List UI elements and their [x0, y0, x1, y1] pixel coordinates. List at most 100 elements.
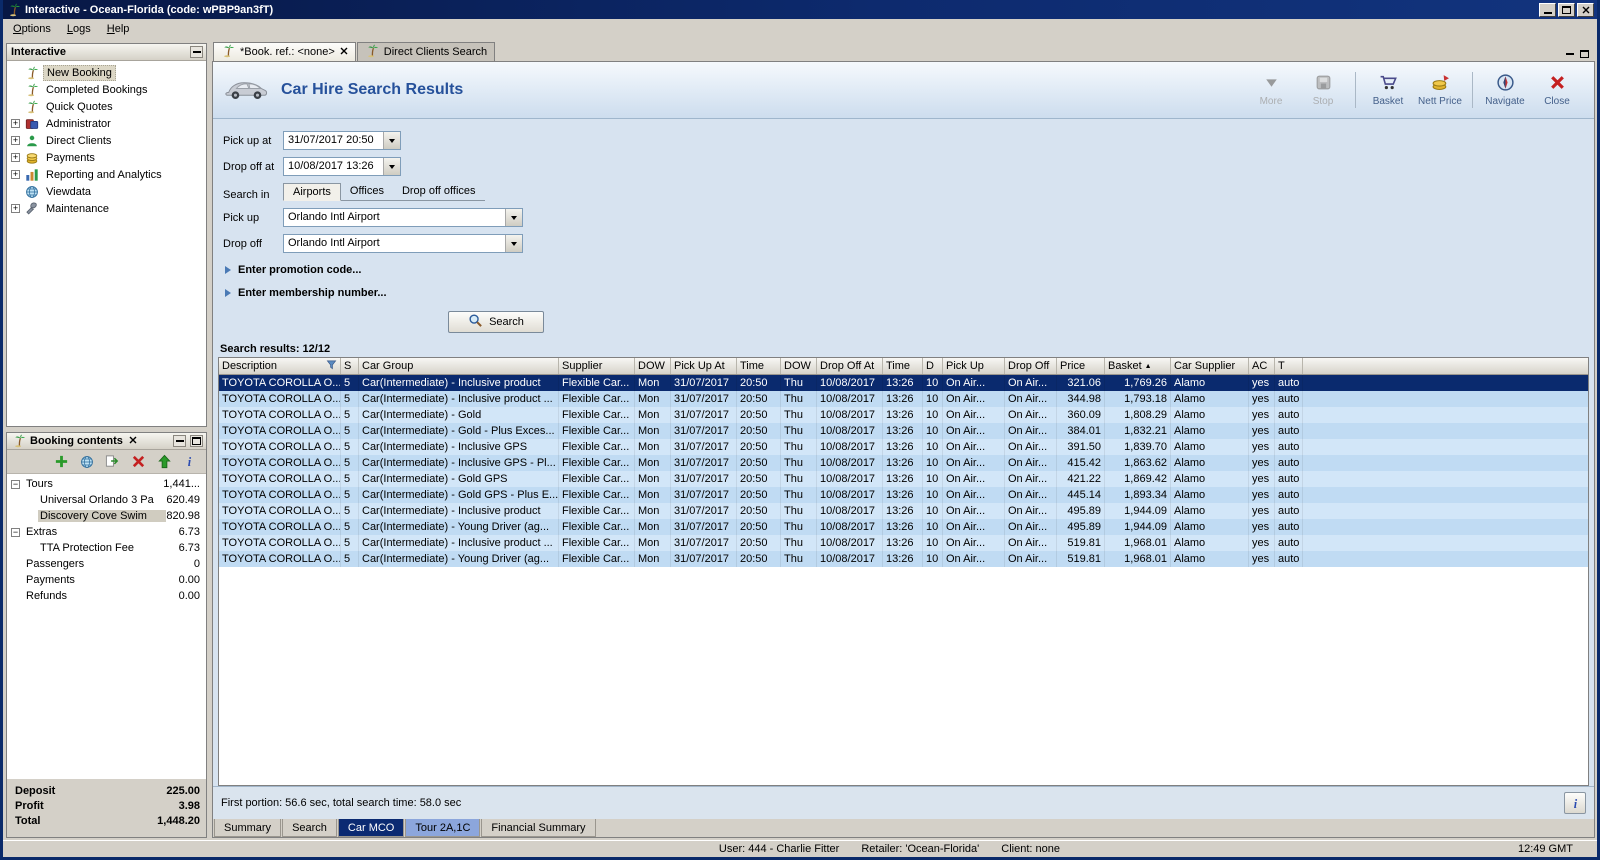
result-row[interactable]: TOYOTA COROLLA O... 5 Car(Intermediate) - …	[219, 439, 1588, 455]
dropdown-arrow-icon[interactable]	[505, 235, 522, 252]
document-tab-direct-clients-search[interactable]: Direct Clients Search	[356, 42, 496, 61]
result-row[interactable]: TOYOTA COROLLA O... 5 Car(Intermediate) - …	[219, 503, 1588, 519]
search-in-tab-airports[interactable]: Airports	[283, 183, 341, 201]
navigate-button[interactable]: Navigate	[1480, 73, 1530, 107]
booking-tree-item-universal-orlando-3-pa[interactable]: Universal Orlando 3 Pa 620.49	[7, 492, 206, 508]
expand-icon[interactable]: +	[11, 204, 20, 213]
collapse-icon[interactable]: −	[11, 479, 20, 489]
result-row[interactable]: TOYOTA COROLLA O... 5 Car(Intermediate) - …	[219, 519, 1588, 535]
basket-button[interactable]: Basket	[1363, 73, 1413, 107]
move-up-button[interactable]	[156, 453, 173, 471]
column-header-pick-up[interactable]: Pick Up	[943, 358, 1005, 374]
close-tab-icon[interactable]	[340, 46, 348, 58]
result-row[interactable]: TOYOTA COROLLA O... 5 Car(Intermediate) - …	[219, 375, 1588, 391]
column-header-time[interactable]: Time	[737, 358, 781, 374]
close-button[interactable]	[1577, 2, 1594, 17]
column-header-description[interactable]: Description	[219, 358, 341, 374]
search-in-tab-drop-off-offices[interactable]: Drop off offices	[393, 183, 485, 200]
result-row[interactable]: TOYOTA COROLLA O... 5 Car(Intermediate) - …	[219, 455, 1588, 471]
expand-icon[interactable]: +	[11, 119, 20, 128]
booking-tree-item-payments[interactable]: Payments 0.00	[7, 572, 206, 588]
column-header-d[interactable]: D	[923, 358, 943, 374]
search-button[interactable]: Search	[448, 311, 544, 333]
dropoff-datetime-combo[interactable]: 10/08/2017 13:26	[283, 157, 401, 176]
collapse-icon[interactable]: −	[11, 527, 20, 537]
sidebar-item-payments[interactable]: + Payments	[7, 149, 206, 166]
expand-icon[interactable]: +	[11, 153, 20, 162]
column-header-s[interactable]: S	[341, 358, 359, 374]
booking-tree-item-refunds[interactable]: Refunds 0.00	[7, 588, 206, 604]
column-header-dow[interactable]: DOW	[635, 358, 671, 374]
menu-help[interactable]: Help	[99, 21, 138, 37]
booking-tree-item-discovery-cove-swim[interactable]: Discovery Cove Swim 820.98	[7, 508, 206, 524]
restore-button[interactable]	[1558, 2, 1575, 17]
info-button[interactable]: i	[1564, 792, 1586, 814]
result-row[interactable]: TOYOTA COROLLA O... 5 Car(Intermediate) - …	[219, 423, 1588, 439]
dropdown-arrow-icon[interactable]	[505, 209, 522, 226]
sidebar-item-maintenance[interactable]: + Maintenance	[7, 200, 206, 217]
sidebar-item-new-booking[interactable]: New Booking	[7, 64, 206, 81]
tabstrip-minimize-icon[interactable]	[1566, 53, 1574, 55]
close-button[interactable]: Close	[1532, 73, 1582, 107]
booking-tree-item-tours[interactable]: − Tours 1,441...	[7, 476, 206, 492]
column-header-price[interactable]: Price	[1057, 358, 1105, 374]
column-header-supplier[interactable]: Supplier	[559, 358, 635, 374]
result-row[interactable]: TOYOTA COROLLA O... 5 Car(Intermediate) - …	[219, 551, 1588, 567]
nett-price-button[interactable]: Nett Price	[1415, 73, 1465, 107]
column-header-pick-up-at[interactable]: Pick Up At	[671, 358, 737, 374]
view-tab-car-mco[interactable]: Car MCO	[337, 819, 405, 837]
menu-options[interactable]: Options	[5, 21, 59, 37]
minimize-button[interactable]	[1539, 2, 1556, 17]
sidebar-item-reporting-and-analytics[interactable]: + Reporting and Analytics	[7, 166, 206, 183]
item-info-button[interactable]: i	[181, 453, 198, 471]
menu-logs[interactable]: Logs	[59, 21, 99, 37]
booking-contents-close-icon[interactable]	[129, 435, 137, 447]
expand-icon[interactable]: +	[11, 136, 20, 145]
pickup-datetime-combo[interactable]: 31/07/2017 20:50	[283, 131, 401, 150]
view-tab-tour-2a-1c[interactable]: Tour 2A,1C	[405, 819, 481, 837]
sidebar-item-completed-bookings[interactable]: Completed Bookings	[7, 81, 206, 98]
booking-tree-item-tta-protection-fee[interactable]: TTA Protection Fee 6.73	[7, 540, 206, 556]
sidebar-item-direct-clients[interactable]: + Direct Clients	[7, 132, 206, 149]
filter-funnel-icon[interactable]	[326, 359, 337, 373]
result-row[interactable]: TOYOTA COROLLA O... 5 Car(Intermediate) - …	[219, 407, 1588, 423]
sidebar-item-quick-quotes[interactable]: Quick Quotes	[7, 98, 206, 115]
column-header-drop-off-at[interactable]: Drop Off At	[817, 358, 883, 374]
add-item-button[interactable]	[53, 453, 70, 471]
promotion-code-toggle[interactable]: Enter promotion code...	[225, 264, 1594, 276]
result-row[interactable]: TOYOTA COROLLA O... 5 Car(Intermediate) - …	[219, 471, 1588, 487]
dropoff-location-combo[interactable]: Orlando Intl Airport	[283, 234, 523, 253]
view-tab-summary[interactable]: Summary	[214, 819, 282, 837]
column-header-drop-off[interactable]: Drop Off	[1005, 358, 1057, 374]
expand-icon[interactable]: +	[11, 170, 20, 179]
booking-tree-item-passengers[interactable]: Passengers 0	[7, 556, 206, 572]
column-header-car-supplier[interactable]: Car Supplier	[1171, 358, 1249, 374]
tabstrip-restore-icon[interactable]	[1580, 50, 1589, 58]
sidebar-item-viewdata[interactable]: Viewdata	[7, 183, 206, 200]
column-header-t[interactable]: T	[1275, 358, 1303, 374]
dropdown-arrow-icon[interactable]	[383, 158, 400, 175]
booking-float-button[interactable]	[190, 435, 203, 447]
booking-minimize-button[interactable]	[173, 435, 186, 447]
column-header-car-group[interactable]: Car Group	[359, 358, 559, 374]
column-header-dow[interactable]: DOW	[781, 358, 817, 374]
membership-number-toggle[interactable]: Enter membership number...	[225, 287, 1594, 299]
view-tab-financial-summary[interactable]: Financial Summary	[481, 819, 596, 837]
booking-tree-item-extras[interactable]: − Extras 6.73	[7, 524, 206, 540]
sidebar-item-administrator[interactable]: + Administrator	[7, 115, 206, 132]
document-tab-book-ref-none[interactable]: *Book. ref.: <none>	[213, 42, 356, 61]
result-row[interactable]: TOYOTA COROLLA O... 5 Car(Intermediate) - …	[219, 535, 1588, 551]
search-in-tab-offices[interactable]: Offices	[341, 183, 393, 200]
delete-item-button[interactable]	[130, 453, 147, 471]
pickup-location-combo[interactable]: Orlando Intl Airport	[283, 208, 523, 227]
dropdown-arrow-icon[interactable]	[383, 132, 400, 149]
result-row[interactable]: TOYOTA COROLLA O... 5 Car(Intermediate) - …	[219, 487, 1588, 503]
result-row[interactable]: TOYOTA COROLLA O... 5 Car(Intermediate) - …	[219, 391, 1588, 407]
collapse-panel-button[interactable]	[190, 46, 203, 58]
world-button[interactable]	[79, 453, 96, 471]
view-tab-search[interactable]: Search	[282, 819, 337, 837]
column-header-ac[interactable]: AC	[1249, 358, 1275, 374]
transfer-item-button[interactable]	[104, 453, 121, 471]
column-header-basket[interactable]: Basket ▲	[1105, 358, 1171, 374]
column-header-time[interactable]: Time	[883, 358, 923, 374]
